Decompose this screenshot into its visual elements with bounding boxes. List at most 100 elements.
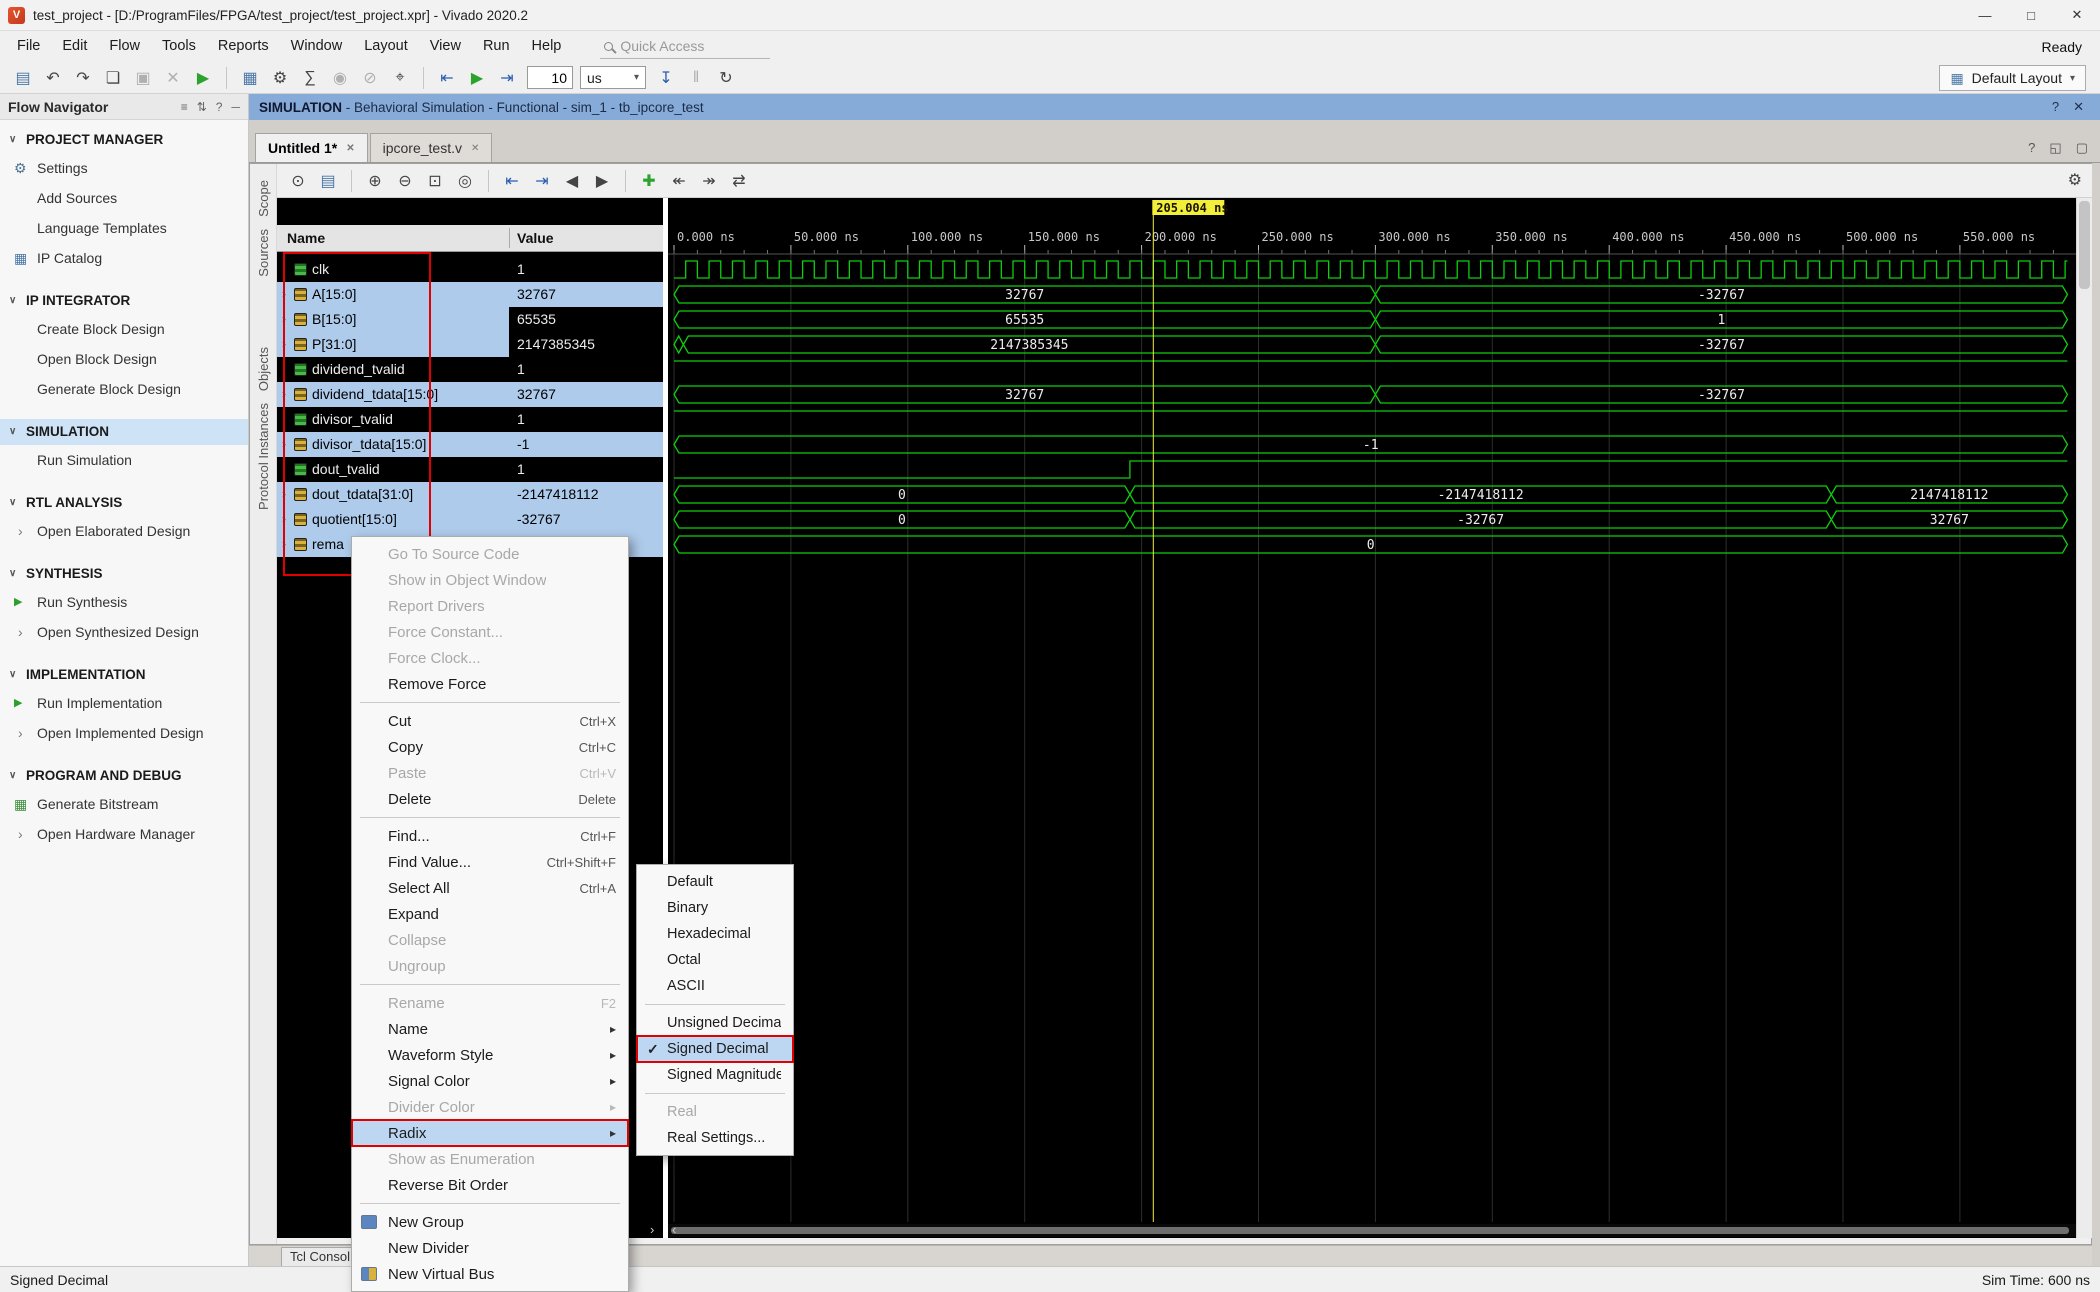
collapse-arrow-icon[interactable]: ∨ bbox=[9, 763, 16, 789]
save-wave-config-icon[interactable]: ▤ bbox=[315, 168, 341, 194]
menu-item-reverse-bit-order[interactable]: Reverse Bit Order bbox=[352, 1172, 628, 1198]
nav-item-run-simulation[interactable]: Run Simulation bbox=[0, 445, 248, 475]
signal-row-b-15-0[interactable]: ›B[15:0]65535 bbox=[277, 307, 663, 332]
menu-item-waveform-style[interactable]: Waveform Style▸ bbox=[352, 1042, 628, 1068]
menu-item-ascii[interactable]: ASCII bbox=[637, 973, 793, 999]
float-icon[interactable]: ◱ bbox=[2049, 140, 2061, 156]
menu-item-cut[interactable]: CutCtrl+X bbox=[352, 708, 628, 734]
side-tab-protocol-instances[interactable]: Protocol Instances bbox=[256, 403, 271, 510]
signal-name[interactable]: divisor_tvalid bbox=[277, 407, 509, 432]
signal-name[interactable]: ›divisor_tdata[15:0] bbox=[277, 432, 509, 457]
signal-value[interactable]: 32767 bbox=[509, 282, 663, 307]
menu-window[interactable]: Window bbox=[280, 31, 354, 62]
expand-arrow-icon[interactable]: › bbox=[282, 332, 286, 357]
minimize-icon[interactable]: ─ bbox=[231, 100, 240, 114]
side-tab-scope[interactable]: Scope bbox=[256, 180, 271, 217]
signal-row-dividend-tdata-15-0[interactable]: ›dividend_tdata[15:0]32767 bbox=[277, 382, 663, 407]
nav-section-ip-integrator[interactable]: ∨IP INTEGRATOR bbox=[0, 288, 248, 314]
zoom-in-icon[interactable]: ⊕ bbox=[362, 168, 388, 194]
redo-icon[interactable]: ↷ bbox=[70, 65, 96, 91]
collapse-all-icon[interactable]: ⇅ bbox=[197, 100, 207, 114]
add-marker-icon[interactable]: ✚ bbox=[636, 168, 662, 194]
side-tab-sources[interactable]: Sources bbox=[256, 229, 271, 277]
side-tab-objects[interactable]: Objects bbox=[256, 347, 271, 391]
zoom-fit-icon[interactable]: ⊡ bbox=[422, 168, 448, 194]
nav-item-open-hardware-manager[interactable]: ›Open Hardware Manager bbox=[0, 819, 248, 849]
sum-icon[interactable]: ∑ bbox=[297, 65, 323, 91]
nav-section-implementation[interactable]: ∨IMPLEMENTATION bbox=[0, 662, 248, 688]
help-icon[interactable]: ? bbox=[2028, 140, 2035, 156]
zoom-to-cursor-icon[interactable]: ◎ bbox=[452, 168, 478, 194]
menu-item-signed-magnitude[interactable]: Signed Magnitude bbox=[637, 1062, 793, 1088]
probe-icon[interactable]: ⌖ bbox=[387, 65, 413, 91]
collapse-arrow-icon[interactable]: ∨ bbox=[9, 662, 16, 688]
menu-item-new-group[interactable]: New Group bbox=[352, 1209, 628, 1235]
help-icon[interactable]: ? bbox=[2052, 99, 2059, 115]
scrollbar-thumb[interactable] bbox=[2079, 201, 2090, 289]
menu-item-signal-color[interactable]: Signal Color▸ bbox=[352, 1068, 628, 1094]
scroll-next-icon[interactable]: › bbox=[650, 1222, 654, 1237]
signal-row-p-31-0[interactable]: ›P[31:0]2147385345 bbox=[277, 332, 663, 357]
scrollbar-thumb[interactable] bbox=[671, 1227, 2069, 1234]
signal-name[interactable]: ›P[31:0] bbox=[277, 332, 509, 357]
menu-item-select-all[interactable]: Select AllCtrl+A bbox=[352, 875, 628, 901]
run-for-time-icon[interactable]: ↧ bbox=[653, 65, 679, 91]
menu-reports[interactable]: Reports bbox=[207, 31, 280, 62]
menu-item-remove-force[interactable]: Remove Force bbox=[352, 671, 628, 697]
signal-name[interactable]: ›dout_tdata[31:0] bbox=[277, 482, 509, 507]
menu-item-hexadecimal[interactable]: Hexadecimal bbox=[637, 921, 793, 947]
nav-item-generate-block-design[interactable]: Generate Block Design bbox=[0, 374, 248, 404]
signal-name[interactable]: ›quotient[15:0] bbox=[277, 507, 509, 532]
nav-section-rtl-analysis[interactable]: ∨RTL ANALYSIS bbox=[0, 490, 248, 516]
signal-name[interactable]: clk bbox=[277, 257, 509, 282]
expand-arrow-icon[interactable]: › bbox=[282, 507, 286, 532]
nav-section-synthesis[interactable]: ∨SYNTHESIS bbox=[0, 561, 248, 587]
menu-edit[interactable]: Edit bbox=[51, 31, 98, 62]
menu-item-find[interactable]: Find...Ctrl+F bbox=[352, 823, 628, 849]
menu-view[interactable]: View bbox=[419, 31, 472, 62]
swap-cursors-icon[interactable]: ⇄ bbox=[726, 168, 752, 194]
signal-row-dout-tvalid[interactable]: dout_tvalid1 bbox=[277, 457, 663, 482]
signal-value[interactable]: 2147385345 bbox=[509, 332, 663, 357]
waveform-canvas[interactable]: 0.000 ns50.000 ns100.000 ns150.000 ns200… bbox=[668, 198, 2076, 1222]
menu-item-name[interactable]: Name▸ bbox=[352, 1016, 628, 1042]
nav-item-settings[interactable]: ⚙Settings bbox=[0, 153, 248, 183]
signal-row-divisor-tvalid[interactable]: divisor_tvalid1 bbox=[277, 407, 663, 432]
collapse-arrow-icon[interactable]: ∨ bbox=[9, 127, 16, 153]
expand-arrow-icon[interactable]: › bbox=[282, 282, 286, 307]
name-column-header[interactable]: Name bbox=[287, 225, 325, 251]
signal-name[interactable]: dividend_tvalid bbox=[277, 357, 509, 382]
tab-ipcore-test-v[interactable]: ipcore_test.v✕ bbox=[370, 133, 493, 162]
menu-item-unsigned-decimal[interactable]: Unsigned Decimal bbox=[637, 1010, 793, 1036]
nav-item-open-elaborated-design[interactable]: ›Open Elaborated Design bbox=[0, 516, 248, 546]
step-icon[interactable]: ⇥ bbox=[494, 65, 520, 91]
help-icon[interactable]: ? bbox=[216, 100, 223, 114]
nav-item-ip-catalog[interactable]: ▦IP Catalog bbox=[0, 243, 248, 273]
relaunch-icon[interactable]: ↻ bbox=[713, 65, 739, 91]
column-divider[interactable] bbox=[509, 228, 510, 248]
close-icon[interactable]: ✕ bbox=[2073, 99, 2084, 115]
run-icon[interactable]: ▶ bbox=[190, 65, 216, 91]
previous-transition-icon[interactable]: ◀ bbox=[559, 168, 585, 194]
menu-item-copy[interactable]: CopyCtrl+C bbox=[352, 734, 628, 760]
report-icon[interactable]: ▦ bbox=[237, 65, 263, 91]
collapse-arrow-icon[interactable]: ∨ bbox=[9, 561, 16, 587]
nav-item-run-implementation[interactable]: ▶Run Implementation bbox=[0, 688, 248, 718]
zoom-out-icon[interactable]: ⊖ bbox=[392, 168, 418, 194]
nav-item-run-synthesis[interactable]: ▶Run Synthesis bbox=[0, 587, 248, 617]
undo-icon[interactable]: ↶ bbox=[40, 65, 66, 91]
nav-item-open-implemented-design[interactable]: ›Open Implemented Design bbox=[0, 718, 248, 748]
nav-section-project-manager[interactable]: ∨PROJECT MANAGER bbox=[0, 127, 248, 153]
time-unit-select[interactable]: us▾ bbox=[580, 66, 646, 89]
previous-marker-icon[interactable]: ↞ bbox=[666, 168, 692, 194]
waveform-display-area[interactable]: 0.000 ns50.000 ns100.000 ns150.000 ns200… bbox=[668, 198, 2076, 1238]
go-to-time-0-icon[interactable]: ⇤ bbox=[499, 168, 525, 194]
menu-item-radix[interactable]: Radix▸ bbox=[352, 1120, 628, 1146]
go-to-last-time-icon[interactable]: ⇥ bbox=[529, 168, 555, 194]
signal-value[interactable]: -32767 bbox=[509, 507, 663, 532]
menu-tools[interactable]: Tools bbox=[151, 31, 207, 62]
nav-item-open-synthesized-design[interactable]: ›Open Synthesized Design bbox=[0, 617, 248, 647]
signal-value[interactable]: 32767 bbox=[509, 382, 663, 407]
menu-help[interactable]: Help bbox=[521, 31, 573, 62]
menu-item-new-divider[interactable]: New Divider bbox=[352, 1235, 628, 1261]
